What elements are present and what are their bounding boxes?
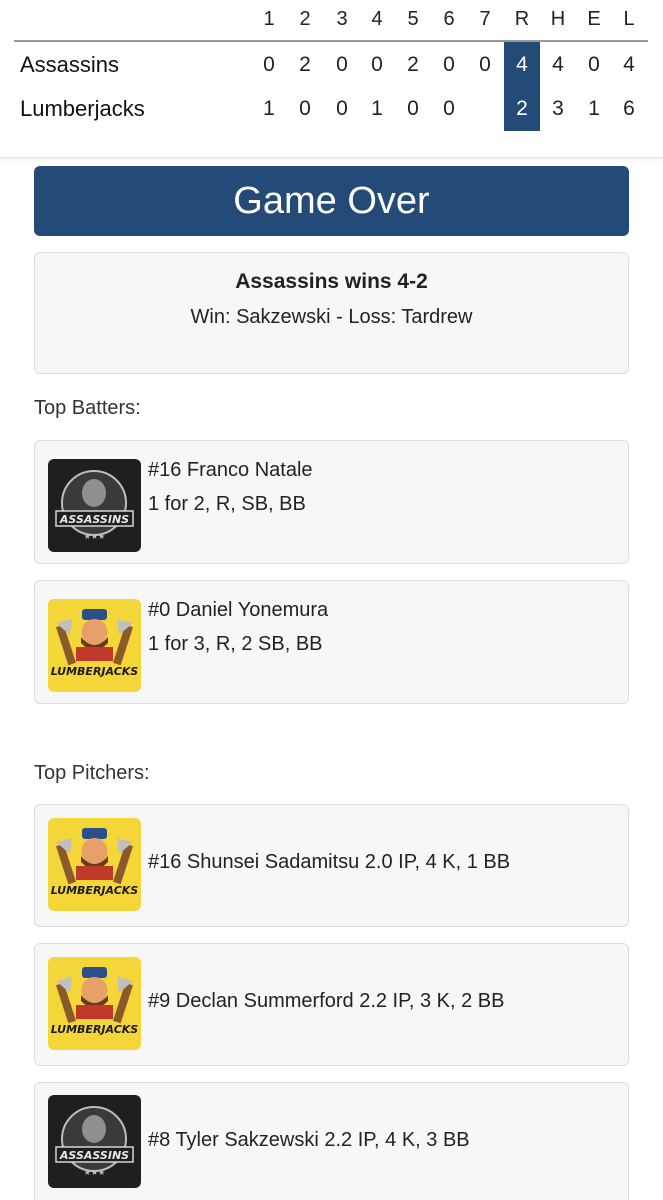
assassins-logo: ASSASSINS ★★★	[48, 1095, 141, 1188]
inning-header: 5	[407, 8, 419, 30]
inning-score: 0	[479, 53, 491, 76]
svg-text:★★★: ★★★	[84, 532, 106, 541]
total-lob: 4	[623, 53, 635, 76]
lumberjacks-logo: LUMBERJACKS	[48, 599, 141, 692]
total-runs: 2	[516, 97, 528, 120]
batter-stats: 1 for 3, R, 2 SB, BB	[148, 633, 323, 655]
pitcher-line: #16 Shunsei Sadamitsu 2.0 IP, 4 K, 1 BB	[148, 851, 511, 873]
inning-header: 2	[299, 8, 311, 30]
inning-score: 0	[336, 97, 348, 120]
inning-score: 0	[443, 97, 455, 120]
runs-header: R	[514, 8, 530, 30]
top-pitchers-label: Top Pitchers:	[34, 762, 150, 784]
inning-score: 0	[407, 97, 419, 120]
inning-score: 0	[263, 53, 275, 76]
inning-header: 1	[263, 8, 275, 30]
game-result-box: Assassins wins 4-2 Win: Sakzewski - Loss…	[34, 252, 629, 374]
hits-header: H	[550, 8, 566, 30]
batter-card[interactable]: LUMBERJACKS #0 Daniel Yonemura 1 for 3, …	[34, 580, 629, 704]
inning-score: 1	[371, 97, 383, 120]
inning-score	[467, 87, 503, 131]
linescore: 1 2 3 4 5 6 7 R H E L Assassins 0 2 0 0 …	[0, 0, 663, 158]
inning-header: 4	[371, 8, 383, 30]
pitcher-card[interactable]: ASSASSINS ★★★ #8 Tyler Sakzewski 2.2 IP,…	[34, 1082, 629, 1200]
lumberjacks-logo: LUMBERJACKS	[48, 957, 141, 1050]
svg-text:★★★: ★★★	[84, 1168, 106, 1177]
lob-header: L	[623, 8, 635, 30]
top-batters-label: Top Batters:	[34, 397, 141, 419]
batter-name: #0 Daniel Yonemura	[148, 599, 329, 621]
batter-name: #16 Franco Natale	[148, 459, 313, 481]
inning-header: 3	[336, 8, 348, 30]
svg-text:LUMBERJACKS: LUMBERJACKS	[51, 665, 139, 678]
inning-score: 0	[299, 97, 311, 120]
inning-score: 2	[299, 53, 311, 76]
pitching-decision: Win: Sakzewski - Loss: Tardrew	[190, 306, 473, 328]
inning-score: 0	[371, 53, 383, 76]
inning-score: 0	[336, 53, 348, 76]
team-name: Lumberjacks	[20, 96, 145, 121]
pitcher-card[interactable]: LUMBERJACKS #9 Declan Summerford 2.2 IP,…	[34, 943, 629, 1066]
result-headline: Assassins wins 4-2	[235, 270, 428, 293]
total-hits: 3	[552, 97, 564, 120]
total-hits: 4	[552, 53, 564, 76]
total-errors: 1	[588, 97, 600, 120]
linescore-header: 1 2 3 4 5 6 7 R H E L	[0, 0, 663, 38]
total-errors: 0	[588, 53, 600, 76]
total-lob: 6	[623, 97, 635, 120]
linescore-row-home: Lumberjacks 1 0 0 1 0 0 2 3 1 6	[0, 87, 663, 131]
game-status-banner: Game Over	[34, 166, 629, 236]
batter-card[interactable]: ASSASSINS ★★★ #16 Franco Natale 1 for 2,…	[34, 440, 629, 564]
svg-text:ASSASSINS: ASSASSINS	[59, 513, 129, 526]
assassins-logo: ASSASSINS ★★★	[48, 459, 141, 552]
inning-header: 6	[443, 8, 455, 30]
inning-score: 0	[443, 53, 455, 76]
team-name: Assassins	[20, 52, 120, 77]
batter-stats: 1 for 2, R, SB, BB	[148, 493, 306, 515]
inning-score: 2	[407, 53, 419, 76]
pitcher-line: #8 Tyler Sakzewski 2.2 IP, 4 K, 3 BB	[148, 1129, 470, 1151]
total-runs: 4	[516, 53, 528, 76]
inning-header: 7	[479, 8, 491, 30]
linescore-row-away: Assassins 0 2 0 0 2 0 0 4 4 0 4	[0, 43, 663, 87]
pitcher-line: #9 Declan Summerford 2.2 IP, 3 K, 2 BB	[148, 990, 505, 1012]
svg-text:LUMBERJACKS: LUMBERJACKS	[51, 884, 139, 897]
svg-text:ASSASSINS: ASSASSINS	[59, 1149, 129, 1162]
lumberjacks-logo: LUMBERJACKS	[48, 818, 141, 911]
inning-score: 1	[263, 97, 275, 120]
pitcher-card[interactable]: LUMBERJACKS #16 Shunsei Sadamitsu 2.0 IP…	[34, 804, 629, 927]
errors-header: E	[587, 8, 601, 30]
svg-text:LUMBERJACKS: LUMBERJACKS	[51, 1023, 139, 1036]
linescore-divider	[14, 40, 648, 42]
